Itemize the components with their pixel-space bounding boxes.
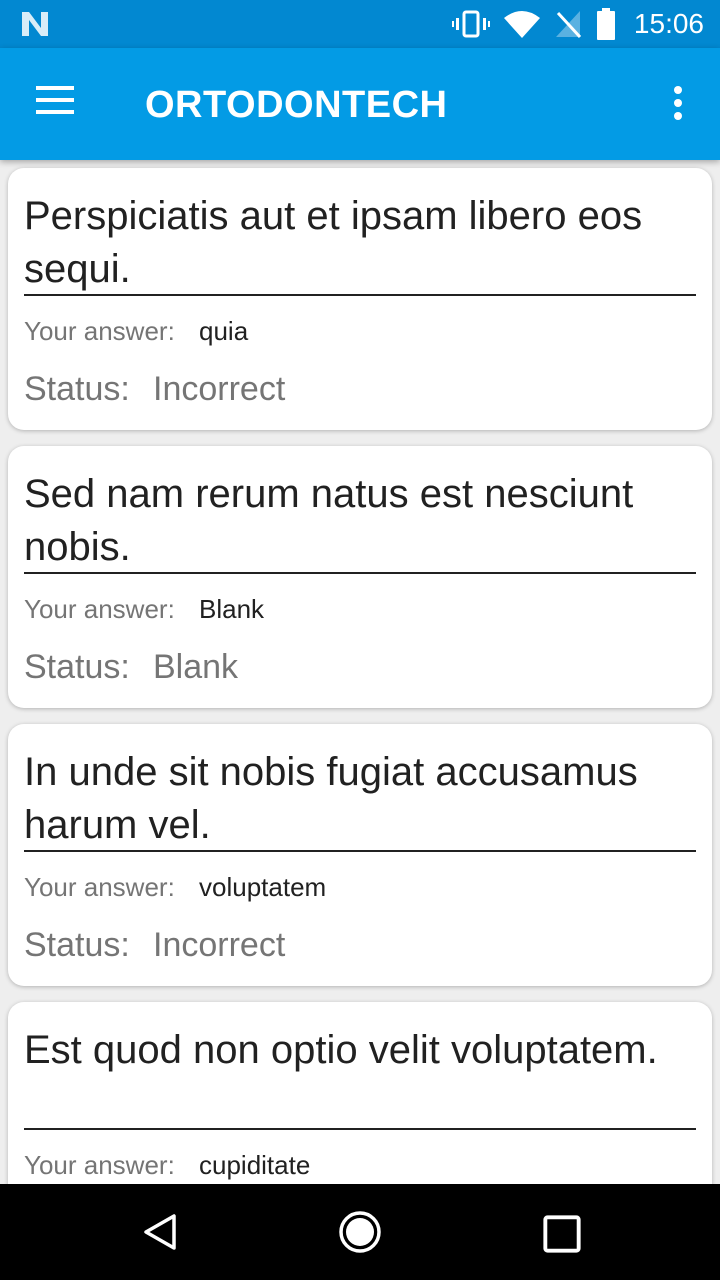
question-text: Perspiciatis aut et ipsam libero eos seq… (24, 194, 643, 291)
answer-value: voluptatem (199, 872, 327, 902)
answer-label: Your answer: (24, 594, 175, 624)
clock: 15:06 (633, 8, 704, 39)
back-icon[interactable] (140, 1212, 180, 1252)
status-value: Blank (153, 648, 239, 686)
navigation-bar (0, 1184, 720, 1280)
battery-icon (596, 8, 615, 40)
question-card[interactable]: In unde sit nobis fugiat accusamus harum… (8, 724, 712, 986)
n-logo-icon (22, 12, 48, 36)
status-label: Status: (24, 370, 130, 408)
divider (24, 850, 696, 852)
question-card[interactable]: Perspiciatis aut et ipsam libero eos seq… (8, 168, 712, 430)
home-icon[interactable] (338, 1210, 382, 1254)
status-label: Status: (24, 926, 130, 964)
answer-label: Your answer: (24, 316, 175, 346)
answer-label: Your answer: (24, 1150, 175, 1180)
app-bar: ORTODONTECH (0, 48, 720, 160)
question-list[interactable]: Perspiciatis aut et ipsam libero eos seq… (0, 160, 720, 1184)
question-text: Est quod non optio velit voluptatem. (24, 1028, 658, 1072)
divider (24, 294, 696, 296)
more-vert-icon[interactable] (666, 86, 690, 126)
status-bar: 15:06 (0, 0, 720, 48)
wifi-icon (503, 11, 540, 38)
answer-label: Your answer: (24, 872, 175, 902)
status-label: Status: (24, 648, 130, 686)
question-card[interactable]: Est quod non optio velit voluptatem. You… (8, 1002, 712, 1184)
divider (24, 572, 696, 574)
menu-icon[interactable] (36, 86, 76, 122)
divider (24, 1128, 696, 1130)
answer-value: quia (199, 316, 249, 346)
no-sim-icon (555, 11, 582, 39)
vibrate-icon (451, 10, 490, 38)
question-card[interactable]: Sed nam rerum natus est nesciunt nobis. … (8, 446, 712, 708)
question-text: In unde sit nobis fugiat accusamus harum… (24, 750, 638, 847)
answer-value: Blank (199, 594, 265, 624)
question-text: Sed nam rerum natus est nesciunt nobis. (24, 472, 634, 569)
recents-icon[interactable] (542, 1214, 582, 1254)
page-title: ORTODONTECH (145, 84, 448, 126)
status-value: Incorrect (153, 370, 286, 408)
answer-value: cupiditate (199, 1150, 311, 1180)
status-value: Incorrect (153, 926, 286, 964)
